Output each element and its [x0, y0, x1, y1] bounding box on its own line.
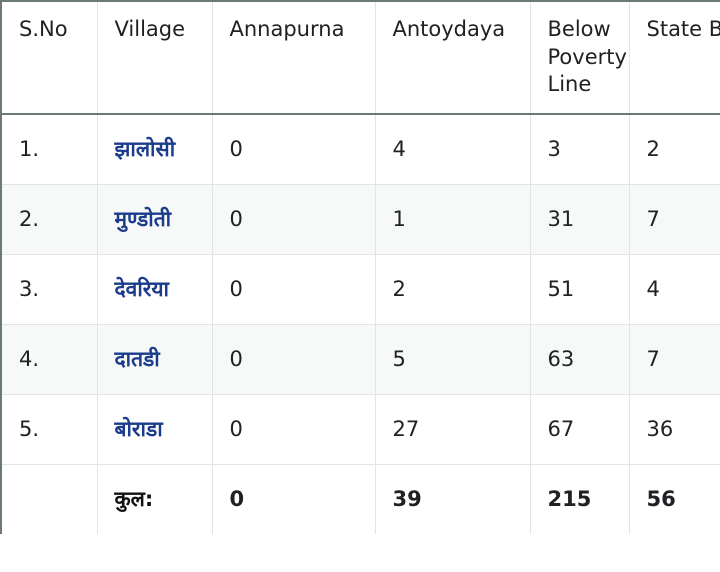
cell-total-annapurna: 0: [212, 464, 376, 535]
column-header-state-bpl: State BPL: [629, 2, 720, 116]
cell-annapurna: 0: [212, 394, 376, 465]
table-row: 1. झालोसी 0 4 3 2: [0, 114, 720, 185]
cell-below-poverty-line: 67: [530, 394, 630, 465]
cell-village: बोराडा: [97, 394, 213, 465]
village-scheme-table: S.No Village Annapurna Antoydaya Below P…: [0, 2, 720, 535]
cell-total-antoydaya: 39: [375, 464, 531, 535]
cell-total-state-bpl: 56: [629, 464, 720, 535]
cell-total-label: कुल:: [97, 464, 213, 535]
cell-annapurna: 0: [212, 184, 376, 255]
table-scroll-container[interactable]: S.No Village Annapurna Antoydaya Below P…: [0, 0, 720, 572]
cell-total-sno: [0, 464, 98, 535]
cell-antoydaya: 5: [375, 324, 531, 395]
cell-below-poverty-line: 3: [530, 114, 630, 185]
table-body: 1. झालोसी 0 4 3 2 2. मुण्डोती 0 1 31 7 3…: [0, 114, 720, 535]
cell-annapurna: 0: [212, 114, 376, 185]
cell-village: देवरिया: [97, 254, 213, 325]
cell-antoydaya: 2: [375, 254, 531, 325]
cell-annapurna: 0: [212, 254, 376, 325]
column-header-antoydaya: Antoydaya: [375, 2, 531, 116]
table-total-row: कुल: 0 39 215 56: [0, 464, 720, 535]
cell-state-bpl: 2: [629, 114, 720, 185]
village-link[interactable]: बोराडा: [115, 417, 163, 441]
table-row: 5. बोराडा 0 27 67 36: [0, 394, 720, 465]
cell-sno: 3.: [0, 254, 98, 325]
cell-antoydaya: 4: [375, 114, 531, 185]
cell-village: झालोसी: [97, 114, 213, 185]
cell-state-bpl: 36: [629, 394, 720, 465]
village-link[interactable]: मुण्डोती: [115, 207, 172, 231]
table-row: 3. देवरिया 0 2 51 4: [0, 254, 720, 325]
cell-state-bpl: 7: [629, 324, 720, 395]
cell-antoydaya: 1: [375, 184, 531, 255]
column-header-village: Village: [97, 2, 213, 116]
column-header-below-poverty-line: Below Poverty Line: [530, 2, 630, 116]
table-header: S.No Village Annapurna Antoydaya Below P…: [0, 2, 720, 116]
cell-antoydaya: 27: [375, 394, 531, 465]
cell-below-poverty-line: 63: [530, 324, 630, 395]
column-header-annapurna: Annapurna: [212, 2, 376, 116]
cell-state-bpl: 7: [629, 184, 720, 255]
cell-village: दातडी: [97, 324, 213, 395]
village-link[interactable]: दातडी: [115, 347, 160, 371]
cell-sno: 4.: [0, 324, 98, 395]
village-link[interactable]: देवरिया: [115, 277, 169, 301]
cell-village: मुण्डोती: [97, 184, 213, 255]
table-row: 2. मुण्डोती 0 1 31 7: [0, 184, 720, 255]
table-header-row: S.No Village Annapurna Antoydaya Below P…: [0, 2, 720, 116]
cell-sno: 2.: [0, 184, 98, 255]
cell-below-poverty-line: 31: [530, 184, 630, 255]
cell-state-bpl: 4: [629, 254, 720, 325]
column-header-sno: S.No: [0, 2, 98, 116]
cell-total-below-poverty-line: 215: [530, 464, 630, 535]
cell-sno: 1.: [0, 114, 98, 185]
cell-below-poverty-line: 51: [530, 254, 630, 325]
cell-annapurna: 0: [212, 324, 376, 395]
village-link[interactable]: झालोसी: [115, 137, 176, 161]
cell-sno: 5.: [0, 394, 98, 465]
table-row: 4. दातडी 0 5 63 7: [0, 324, 720, 395]
